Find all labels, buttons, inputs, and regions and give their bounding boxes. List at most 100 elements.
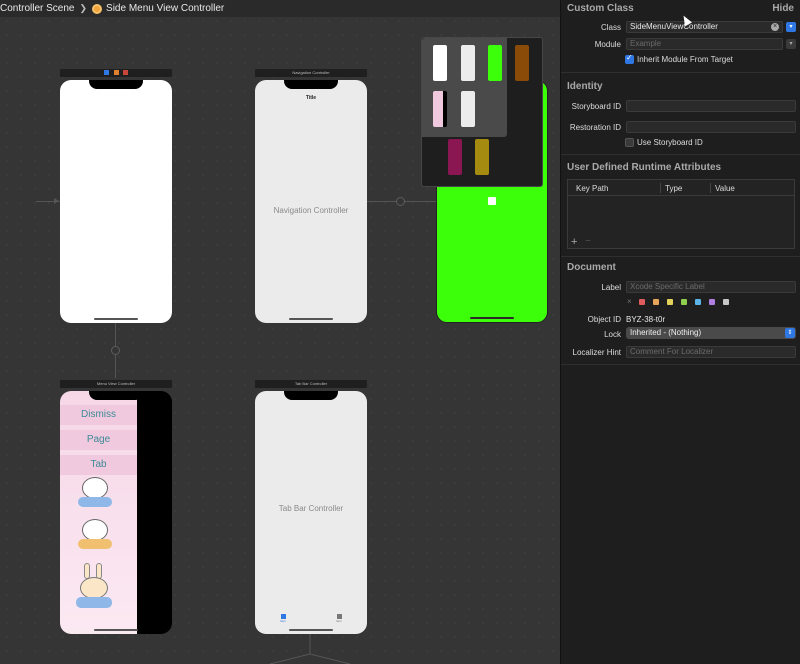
runtime-attributes-table[interactable]: Key Path Type Value + − xyxy=(567,179,795,249)
divider xyxy=(561,154,800,155)
label-color-swatch[interactable] xyxy=(695,299,701,305)
library-thumb-purple[interactable] xyxy=(448,139,462,175)
label-color-swatch[interactable] xyxy=(639,299,645,305)
library-thumb-menu[interactable] xyxy=(433,91,447,127)
module-field[interactable]: Example xyxy=(626,38,783,50)
notch xyxy=(284,391,338,400)
module-label: Module xyxy=(594,40,621,49)
identity-inspector: Custom Class Hide Class SideMenuViewCont… xyxy=(560,0,800,664)
jump-bar: Controller Scene ❯ Side Menu View Contro… xyxy=(0,0,560,17)
tab-item-2[interactable]: Item xyxy=(333,614,345,623)
notch xyxy=(284,80,338,89)
label-color-swatch[interactable] xyxy=(653,299,659,305)
hide-button[interactable]: Hide xyxy=(772,3,794,14)
xcode-label-field[interactable]: Xcode Specific Label xyxy=(626,281,796,293)
character-illustration xyxy=(78,477,112,509)
root-scene-bar[interactable] xyxy=(60,69,172,77)
divider xyxy=(561,256,800,257)
object-library-popup[interactable] xyxy=(421,37,543,187)
tab-bar-controller-label: Tab Bar Controller xyxy=(278,504,344,513)
library-thumb-orange[interactable] xyxy=(515,45,529,81)
lock-popup[interactable]: Inherited - (Nothing) ⇕ xyxy=(626,327,796,339)
inherit-module-label: Inherit Module From Target xyxy=(637,55,733,64)
page-button[interactable]: Page xyxy=(60,430,137,450)
class-field-value: SideMenuViewController xyxy=(630,22,718,31)
tab-bar-controller[interactable]: Tab Bar Controller Item Item xyxy=(255,391,367,634)
entry-arrow-head-icon xyxy=(54,198,59,204)
column-key-path[interactable]: Key Path xyxy=(576,184,608,193)
localizer-hint-field[interactable]: Comment For Localizer xyxy=(626,346,796,358)
navigation-controller-label: Navigation Controller xyxy=(273,206,349,215)
home-indicator xyxy=(94,318,138,320)
column-divider xyxy=(660,183,661,193)
storyboard-id-label: Storyboard ID xyxy=(571,102,621,111)
home-indicator xyxy=(289,629,333,631)
segue-icon[interactable] xyxy=(111,346,120,355)
table-header: Key Path Type Value xyxy=(568,180,794,196)
library-thumb-green[interactable] xyxy=(488,45,502,81)
class-dropdown-icon[interactable]: ▾ xyxy=(786,22,796,32)
character-illustration xyxy=(76,563,112,613)
nav-bar-title: Title xyxy=(305,95,317,101)
scene-dock-icon[interactable] xyxy=(113,70,119,75)
storyboard-id-field[interactable] xyxy=(626,100,796,112)
use-storyboard-id-checkbox[interactable] xyxy=(625,138,634,147)
object-id-label: Object ID xyxy=(587,315,621,324)
column-type[interactable]: Type xyxy=(665,184,682,193)
lock-updown-icon: ⇕ xyxy=(785,328,795,338)
tab-item-label: Item xyxy=(280,619,286,623)
character-illustration xyxy=(78,519,112,551)
column-value[interactable]: Value xyxy=(715,184,735,193)
tab-item-1[interactable]: Item xyxy=(277,614,289,623)
scene-dock-icon[interactable] xyxy=(122,70,128,75)
library-thumb-white[interactable] xyxy=(433,45,447,81)
clear-color-button[interactable]: × xyxy=(627,297,632,306)
library-thumb-olive[interactable] xyxy=(475,139,489,175)
module-dropdown-icon[interactable]: ▾ xyxy=(786,39,796,49)
label-color-swatch[interactable] xyxy=(681,299,687,305)
dismiss-button[interactable]: Dismiss xyxy=(60,405,137,425)
runtime-attributes-title: User Defined Runtime Attributes xyxy=(567,162,722,173)
label-label: Label xyxy=(601,283,621,292)
divider xyxy=(561,364,800,365)
library-thumb-tab[interactable] xyxy=(461,91,475,127)
clear-class-icon[interactable]: × xyxy=(771,23,779,31)
view-controller-icon xyxy=(92,3,103,14)
restoration-id-field[interactable] xyxy=(626,121,796,133)
home-indicator xyxy=(289,318,333,320)
breadcrumb-chevron-icon: ❯ xyxy=(79,3,88,13)
localizer-hint-label: Localizer Hint xyxy=(572,348,621,357)
navigation-scene-bar[interactable]: Navigation Controller xyxy=(255,69,367,77)
green-scene-subview[interactable] xyxy=(488,197,496,205)
menu-view-controller[interactable]: Dismiss Page Tab xyxy=(60,391,172,634)
label-color-swatch[interactable] xyxy=(667,299,673,305)
document-title: Document xyxy=(567,262,616,273)
remove-attribute-button[interactable]: − xyxy=(585,236,591,247)
custom-class-title: Custom Class xyxy=(567,3,634,14)
storyboard-canvas[interactable]: Controller Scene ❯ Side Menu View Contro… xyxy=(0,0,560,664)
root-view-controller[interactable] xyxy=(60,80,172,323)
tab-button[interactable]: Tab xyxy=(60,455,137,475)
breadcrumb-current[interactable]: Side Menu View Controller xyxy=(106,3,224,14)
scene-dock-icon[interactable] xyxy=(104,70,110,75)
library-thumb-light[interactable] xyxy=(461,45,475,81)
label-color-swatch[interactable] xyxy=(709,299,715,305)
home-indicator xyxy=(470,317,514,319)
identity-title: Identity xyxy=(567,81,603,92)
add-attribute-button[interactable]: + xyxy=(571,236,577,248)
notch xyxy=(89,80,143,89)
lock-label: Lock xyxy=(604,330,621,339)
notch xyxy=(89,391,143,400)
lock-value: Inherited - (Nothing) xyxy=(630,328,702,337)
segue-icon[interactable] xyxy=(396,197,405,206)
breadcrumb-controller-scene[interactable]: Controller Scene xyxy=(0,3,74,14)
restoration-id-label: Restoration ID xyxy=(569,123,621,132)
class-field[interactable]: SideMenuViewController × xyxy=(626,21,783,33)
label-color-swatch[interactable] xyxy=(723,299,729,305)
divider xyxy=(561,72,800,73)
tab-bar-scene-bar[interactable]: Tab Bar Controller xyxy=(255,380,367,388)
inherit-check-icon: ✓ xyxy=(626,53,633,62)
class-label: Class xyxy=(600,23,621,32)
navigation-controller[interactable]: Title Navigation Controller xyxy=(255,80,367,323)
menu-scene-bar[interactable]: Menu View Controller xyxy=(60,380,172,388)
